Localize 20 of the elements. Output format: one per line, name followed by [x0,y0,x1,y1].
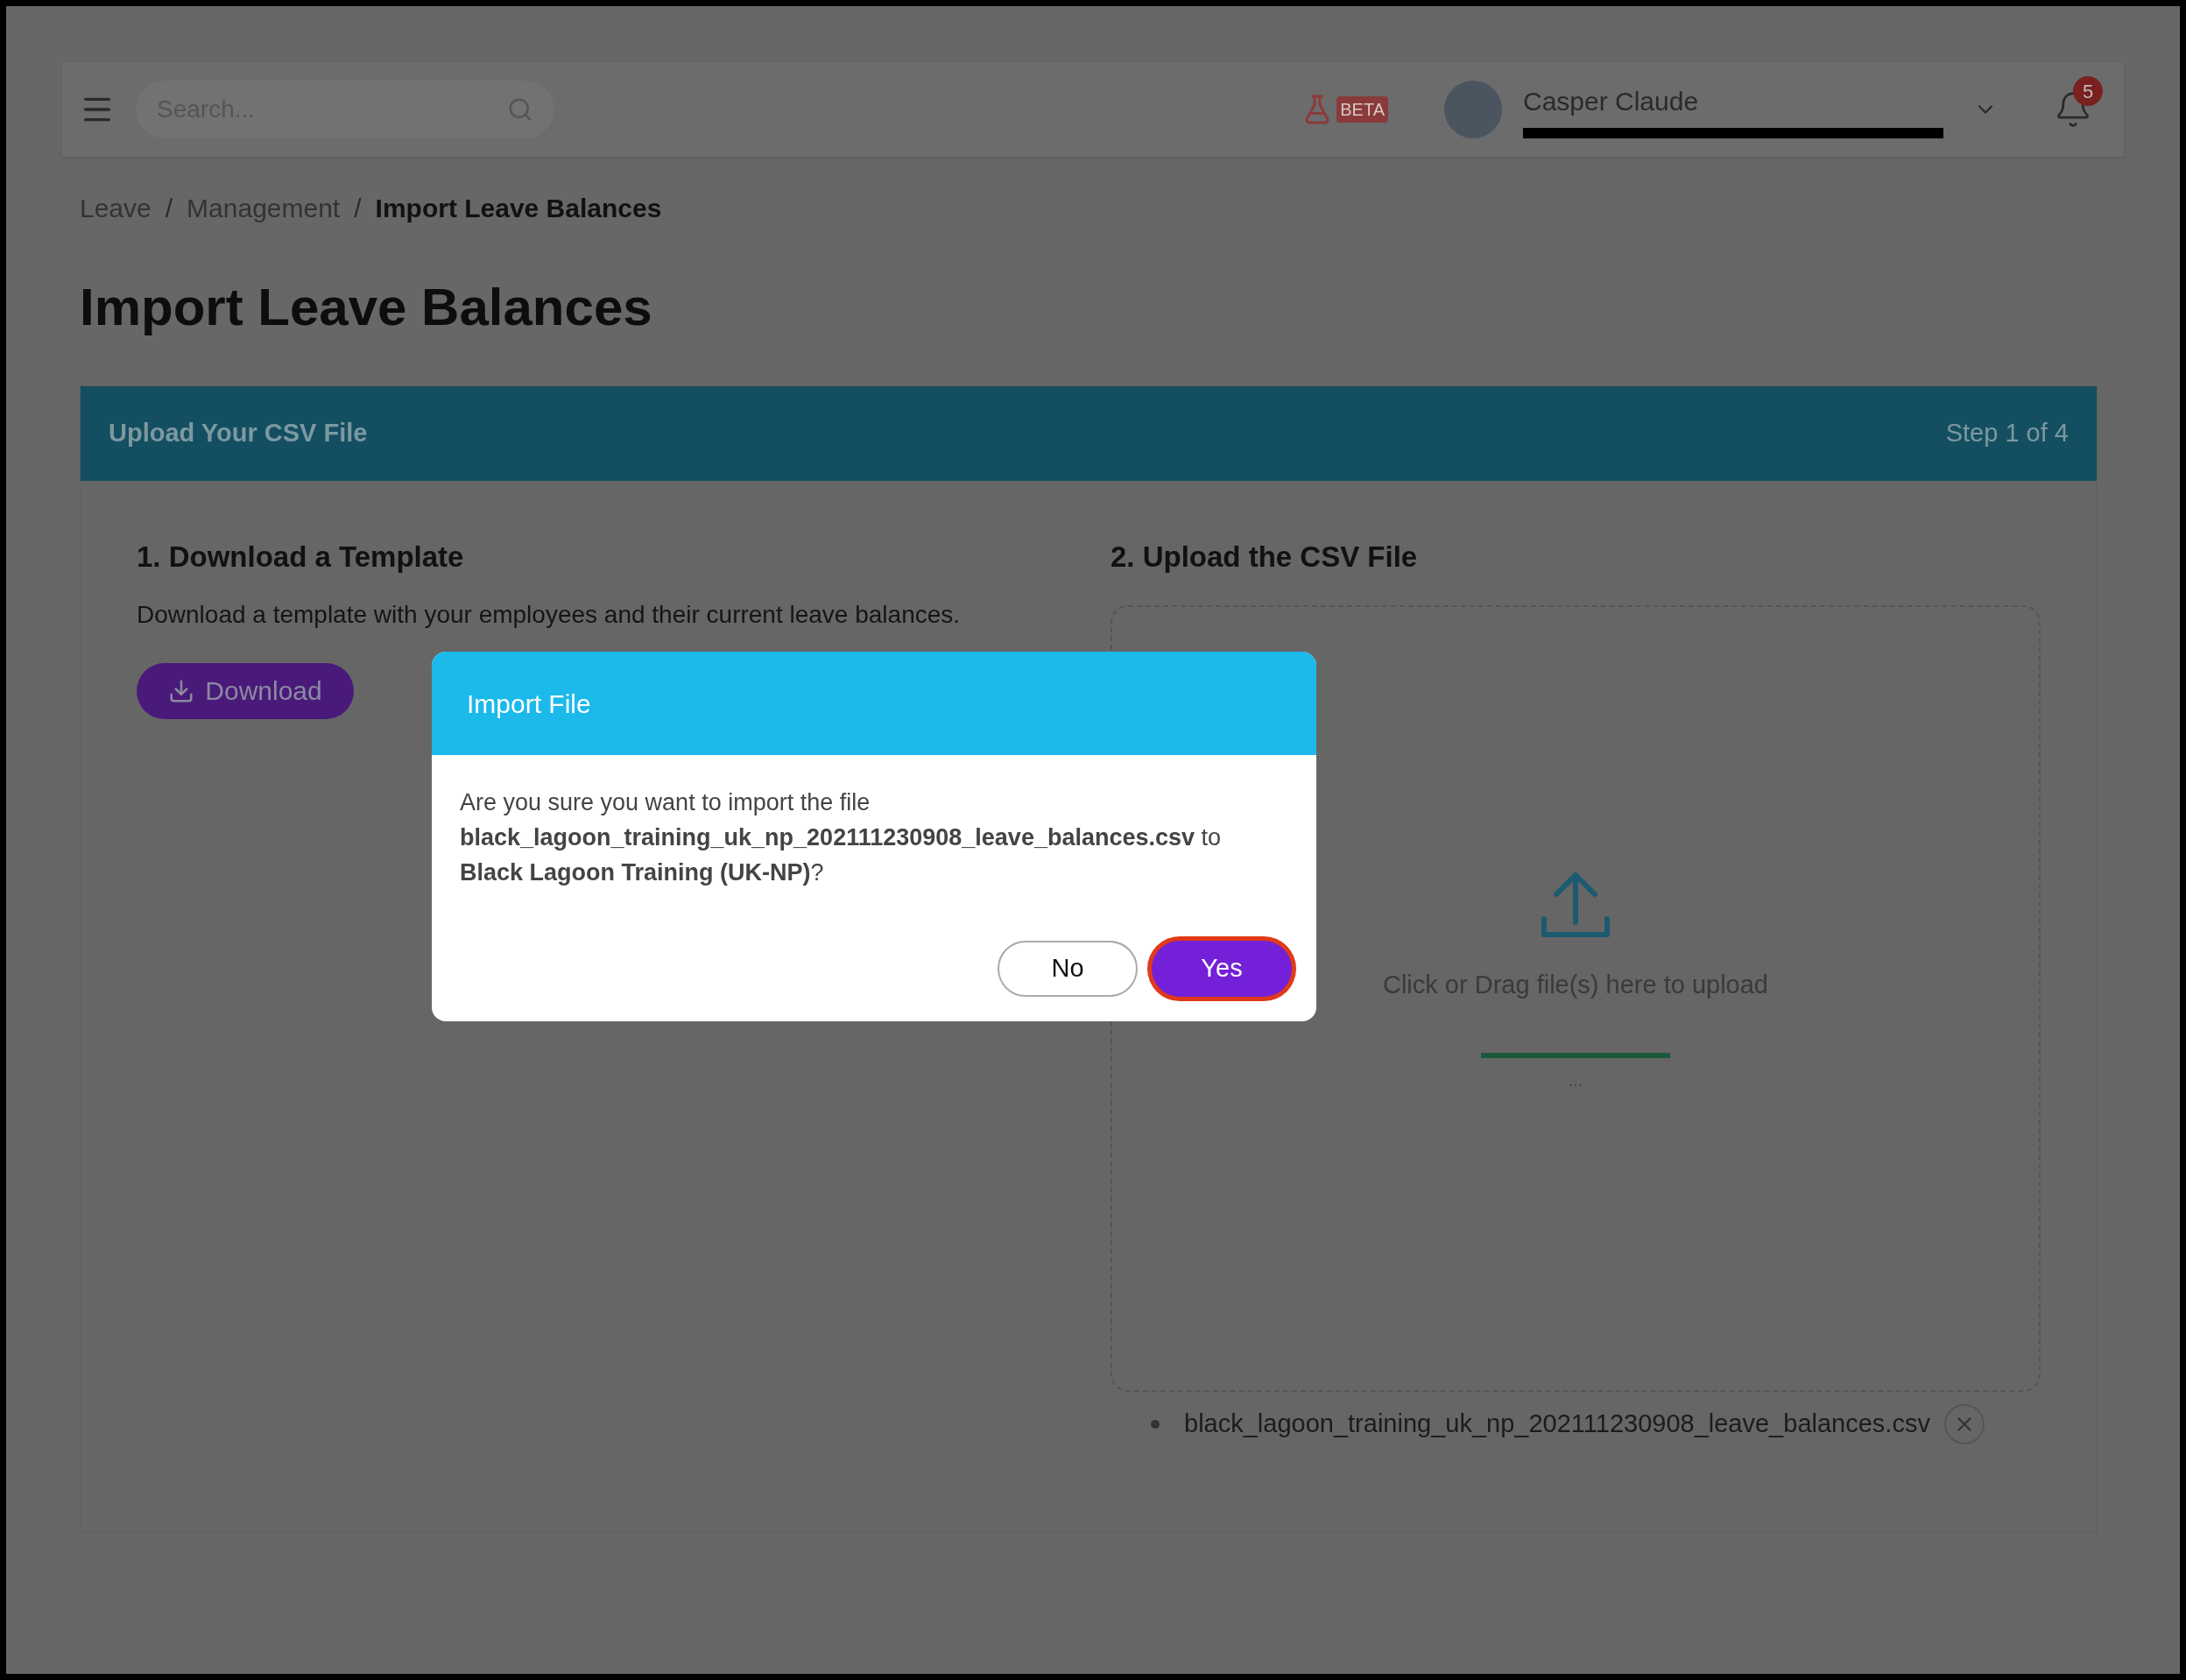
file-name: black_lagoon_training_uk_np_202111230908_leave_balances.csv [1184,1408,1930,1439]
card-title: Upload Your CSV File [109,418,368,449]
bullet [1151,1419,1160,1429]
page-title: Import Leave Balances [80,277,653,338]
beta-badge: BETA [1336,96,1388,123]
breadcrumb-item: Import Leave Balances [375,193,662,224]
step-indicator: Step 1 of 4 [1945,418,2069,449]
breadcrumb-separator: / [354,193,362,224]
notification-badge: 5 [2073,76,2103,106]
section-heading: 1. Download a Template [137,540,465,575]
dialog-title: Import File [467,688,591,720]
no-button[interactable]: No [998,941,1138,997]
progress-status: ... [1568,1069,1583,1091]
search-icon [507,96,533,123]
breadcrumb-separator: / [165,193,173,224]
section-description: Download a template with your employees and their current leave balances. [137,599,962,630]
download-button[interactable]: Download [137,662,354,719]
section-heading: 2. Upload the CSV File [1111,540,1419,575]
user-name: Casper Claude [1523,85,1700,117]
close-button[interactable] [1943,1403,1985,1444]
